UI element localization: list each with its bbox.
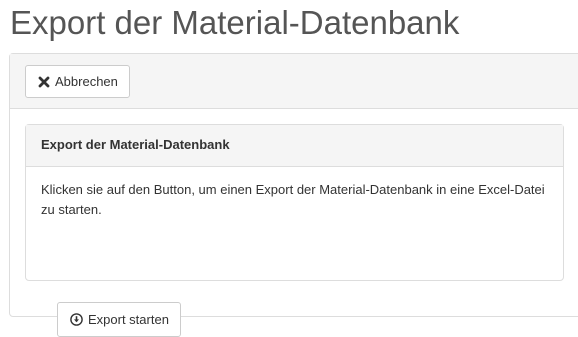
cancel-button-label: Abbrechen — [55, 74, 118, 89]
export-start-button-label: Export starten — [88, 312, 169, 327]
times-icon — [38, 76, 50, 88]
main-panel: Abbrechen Export der Material-Datenbank … — [9, 53, 578, 337]
page-title: Export der Material-Datenbank — [10, 4, 460, 41]
toolbar: Abbrechen — [10, 54, 578, 109]
export-panel: Export der Material-Datenbank Klicken si… — [25, 124, 564, 337]
export-panel-heading: Export der Material-Datenbank — [26, 125, 563, 167]
cancel-button[interactable]: Abbrechen — [25, 65, 130, 98]
download-circle-icon — [70, 313, 83, 326]
export-panel-description: Klicken sie auf den Button, um einen Exp… — [41, 182, 545, 217]
export-start-button[interactable]: Export starten — [57, 302, 181, 337]
